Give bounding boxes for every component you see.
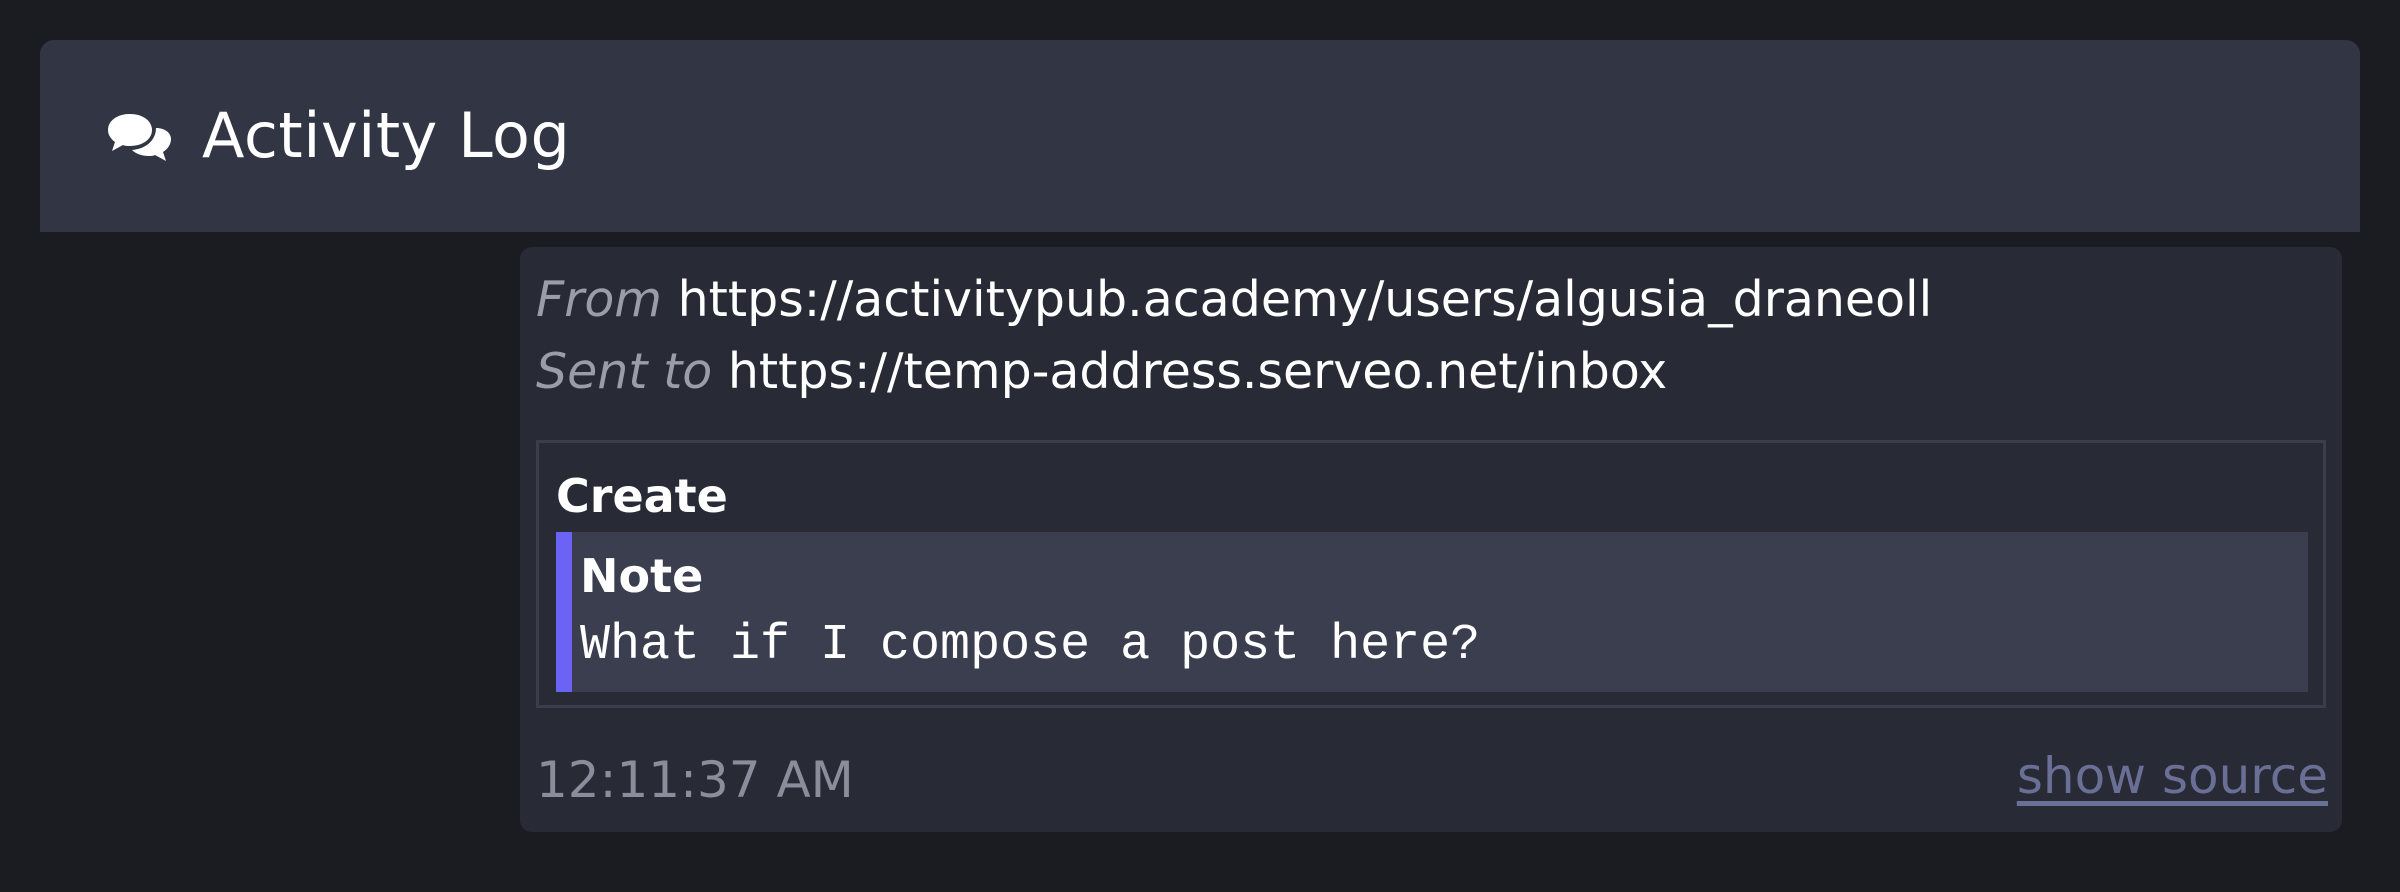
show-source-link[interactable]: show source — [2017, 744, 2328, 808]
activity-type: Create — [556, 469, 728, 523]
sent-to-url: https://temp-address.serveo.net/inbox — [727, 343, 1668, 400]
sent-to-line: Sent to https://temp-address.serveo.net/… — [536, 340, 1667, 404]
note-accent-bar — [556, 532, 572, 692]
note-content: What if I compose a post here? — [580, 617, 1481, 674]
from-url: https://activitypub.academy/users/algusi… — [677, 271, 1933, 328]
note-type: Note — [580, 549, 704, 603]
top-strip — [0, 0, 2400, 40]
from-line: From https://activitypub.academy/users/a… — [536, 268, 1932, 332]
sent-to-label: Sent to — [536, 343, 713, 400]
page-title: Activity Log — [202, 99, 571, 172]
comments-icon — [106, 108, 174, 164]
from-label: From — [536, 271, 663, 328]
timestamp: 12:11:37 AM — [536, 751, 854, 809]
